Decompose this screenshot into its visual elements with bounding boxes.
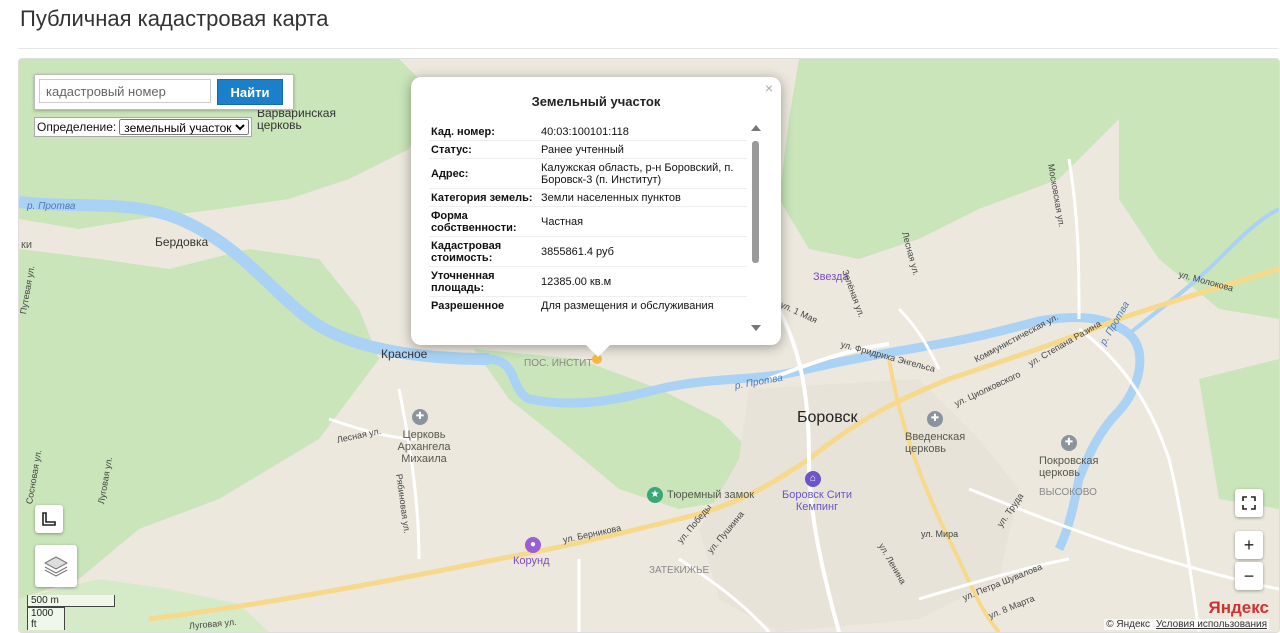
- shop-icon: ●: [525, 537, 541, 553]
- map-scale: 500 m 1000 ft: [27, 595, 115, 630]
- river-label: р. Протва: [27, 201, 76, 212]
- fullscreen-icon: [1242, 496, 1256, 510]
- search-button[interactable]: Найти: [217, 79, 283, 105]
- info-row: Кадастровая стоимость: 3855861.4 руб: [429, 236, 747, 266]
- layers-icon: [43, 556, 69, 577]
- parcel-info-table: Кад. номер: 40:03:100101:118 Статус: Ранее…: [429, 123, 747, 331]
- map-label: ПОС. ИНСТИТ: [524, 358, 593, 369]
- map-label: Варваринская церковь: [257, 106, 336, 132]
- map-label: ки: [21, 239, 32, 251]
- definition-select[interactable]: земельный участок: [119, 119, 250, 135]
- ruler-button[interactable]: [35, 505, 63, 533]
- info-value: Ранее учтенный: [541, 144, 624, 156]
- map-label: Тюремный замок: [667, 489, 755, 501]
- info-value: 40:03:100101:118: [541, 126, 629, 138]
- layers-button[interactable]: [35, 545, 77, 587]
- map-label: Покровская церковь: [1039, 455, 1099, 479]
- definition-panel: Определение: земельный участок: [34, 117, 253, 137]
- map-label: Бердовка: [155, 235, 209, 249]
- info-row: Кад. номер: 40:03:100101:118: [429, 123, 747, 140]
- zoom-out-button[interactable]: −: [1235, 562, 1263, 590]
- info-value: Калужская область, р-н Боровский, п. Бор…: [541, 162, 734, 186]
- popup-scrollbar[interactable]: [751, 125, 761, 331]
- map-label: ЗАТЕКИЖЬЕ: [649, 565, 710, 576]
- info-key: Уточненная площадь:: [431, 270, 495, 294]
- title-divider: [18, 48, 1278, 49]
- zoom-in-button[interactable]: +: [1235, 531, 1263, 559]
- scroll-up-icon[interactable]: [751, 125, 761, 131]
- camping-icon: ⌂: [805, 471, 821, 487]
- church-icon: ✚: [1061, 435, 1077, 451]
- info-value: Для размещения и обслуживания: [541, 300, 714, 312]
- scroll-thumb[interactable]: [752, 141, 759, 263]
- info-value: 3855861.4 руб: [541, 246, 614, 258]
- map-label: Корунд: [513, 555, 550, 567]
- info-row: Адрес: Калужская область, р-н Боровский, …: [429, 158, 747, 188]
- info-key: Кадастровая стоимость:: [431, 240, 502, 264]
- popup-title: Земельный участок: [531, 94, 661, 109]
- popup-pointer: [586, 345, 610, 357]
- city-label: Боровск: [797, 409, 858, 426]
- yandex-logo: Яндекс: [1208, 598, 1269, 617]
- scroll-down-icon[interactable]: [751, 325, 761, 331]
- info-row: Категория земель: Земли населенных пункто…: [429, 188, 747, 206]
- info-row: Уточненная площадь: 12385.00 кв.м: [429, 266, 747, 296]
- search-panel: Найти: [34, 74, 294, 110]
- map-label: Введенская церковь: [905, 431, 966, 455]
- map-label: Церковь Архангела Михаила: [397, 429, 451, 465]
- info-row: Статус: Ранее учтенный: [429, 140, 747, 158]
- scale-imperial: 1000 ft: [27, 607, 65, 630]
- copyright-text: © Яндекс: [1106, 619, 1150, 630]
- info-value: 12385.00 кв.м: [541, 276, 612, 288]
- info-key: Кад. номер:: [431, 126, 495, 138]
- cadastral-number-input[interactable]: [39, 79, 211, 103]
- info-row: Разрешенное Для размещения и обслуживания: [429, 296, 747, 314]
- ruler-icon: [42, 512, 56, 526]
- fullscreen-button[interactable]: [1235, 489, 1263, 517]
- church-icon: ✚: [412, 409, 428, 425]
- info-key: Разрешенное: [431, 300, 505, 312]
- map-container[interactable]: Варваринская церковь Бердовка ки Красное…: [18, 58, 1280, 633]
- parcel-info-popup: × Земельный участок Кад. номер: 40:03:100…: [411, 77, 781, 357]
- info-key: Форма собственности:: [431, 210, 517, 234]
- map-label: ВЫСОКОВО: [1039, 487, 1097, 498]
- scale-metric: 500 m: [27, 595, 115, 607]
- terms-link[interactable]: Условия использования: [1156, 619, 1267, 630]
- info-value: Частная: [541, 216, 584, 228]
- map-label: Красное: [381, 347, 428, 361]
- info-row: Форма собственности: Частная: [429, 206, 747, 236]
- info-value: Земли населенных пунктов: [541, 192, 681, 204]
- church-icon: ✚: [927, 411, 943, 427]
- map-label: Боровск Сити Кемпинг: [782, 489, 852, 513]
- page-title: Публичная кадастровая карта: [20, 6, 329, 31]
- definition-label: Определение:: [37, 120, 117, 134]
- info-key: Статус:: [431, 144, 472, 156]
- street-label: ул. Мира: [921, 529, 959, 539]
- map-attribution: © Яндекс Условия использования: [1104, 619, 1269, 630]
- landmark-icon: ★: [647, 487, 663, 503]
- info-key: Категория земель:: [431, 192, 533, 204]
- info-key: Адрес:: [431, 168, 469, 180]
